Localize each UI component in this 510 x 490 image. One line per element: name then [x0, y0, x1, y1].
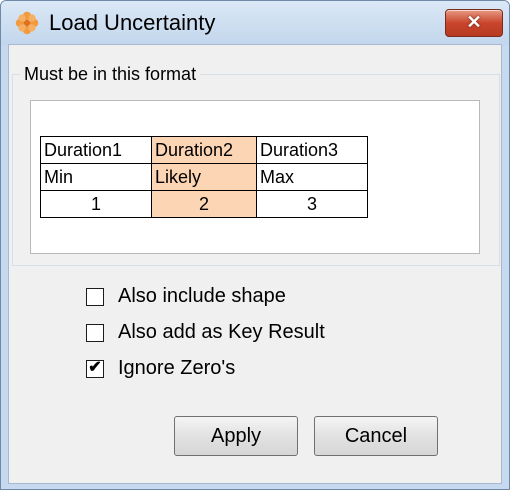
- table-row: Duration1 Duration2 Duration3: [40, 136, 368, 164]
- orange-flower-icon: [15, 11, 39, 35]
- table-row: 1 2 3: [40, 190, 368, 218]
- ignore-zeros-checkbox[interactable]: ✔: [86, 359, 104, 378]
- include-shape-label: Also include shape: [118, 285, 286, 307]
- table-row: Min Likely Max: [40, 163, 368, 191]
- table-cell: 3: [256, 190, 368, 218]
- add-key-result-label: Also add as Key Result: [118, 321, 325, 343]
- ignore-zeros-label: Ignore Zero's: [118, 357, 236, 379]
- include-shape-checkbox[interactable]: [86, 288, 104, 306]
- add-key-result-checkbox[interactable]: [86, 324, 104, 342]
- window-title: Load Uncertainty: [49, 10, 216, 35]
- checkmark-icon: ✔: [88, 359, 102, 376]
- cancel-button[interactable]: Cancel: [314, 416, 438, 456]
- table-cell-highlighted: Likely: [151, 163, 257, 191]
- close-button[interactable]: ✕: [445, 9, 503, 37]
- table-cell: Duration1: [40, 136, 152, 164]
- table-cell: Max: [256, 163, 368, 191]
- apply-button[interactable]: Apply: [174, 416, 298, 456]
- format-group-caption: Must be in this format: [20, 64, 201, 84]
- table-cell: Min: [40, 163, 152, 191]
- table-cell: 1: [40, 190, 152, 218]
- close-icon: ✕: [466, 12, 482, 32]
- format-example-table: Duration1 Duration2 Duration3 Min Likely…: [40, 136, 368, 218]
- title-bar[interactable]: Load Uncertainty ✕: [1, 1, 509, 45]
- table-cell-highlighted: Duration2: [151, 136, 257, 164]
- table-cell: Duration3: [256, 136, 368, 164]
- table-cell-highlighted: 2: [151, 190, 257, 218]
